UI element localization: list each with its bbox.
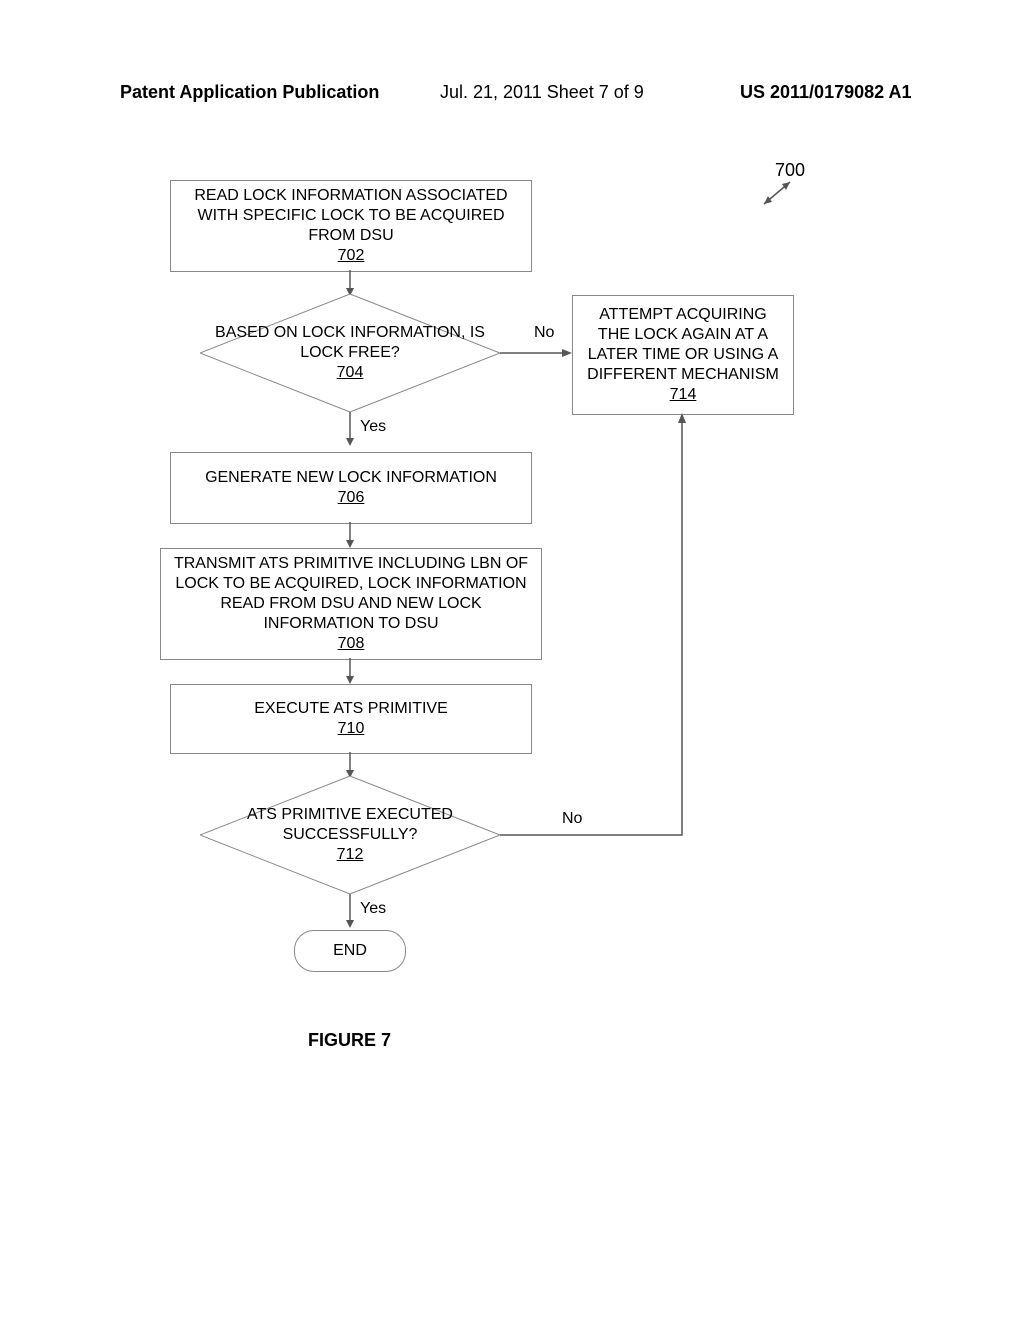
label-704-yes: Yes — [360, 418, 386, 436]
flowchart-canvas: 700 READ LOCK INFORMATION ASSOCIATED WIT… — [160, 160, 860, 1140]
arrow-702-704 — [344, 270, 356, 296]
step-706-text: GENERATE NEW LOCK INFORMATION — [205, 469, 497, 486]
arrow-706-708 — [344, 522, 356, 548]
step-706-num: 706 — [338, 489, 365, 506]
arrow-704-714 — [500, 347, 572, 359]
ref-number: 700 — [775, 160, 805, 181]
step-714-text: ATTEMPT ACQUIRING THE LOCK AGAIN AT A LA… — [587, 306, 779, 383]
header-right: US 2011/0179082 A1 — [740, 82, 911, 103]
label-704-no: No — [534, 324, 554, 342]
arrow-708-710 — [344, 658, 356, 684]
decision-712-num: 712 — [337, 846, 364, 863]
step-702: READ LOCK INFORMATION ASSOCIATED WITH SP… — [170, 180, 532, 272]
decision-704-num: 704 — [337, 364, 364, 381]
step-714-num: 714 — [670, 386, 697, 403]
label-712-no: No — [562, 810, 582, 828]
step-714: ATTEMPT ACQUIRING THE LOCK AGAIN AT A LA… — [572, 295, 794, 415]
decision-712: ATS PRIMITIVE EXECUTED SUCCESSFULLY? 712 — [200, 776, 500, 894]
decision-704-text: BASED ON LOCK INFORMATION, IS LOCK FREE? — [215, 324, 485, 361]
decision-704: BASED ON LOCK INFORMATION, IS LOCK FREE?… — [200, 294, 500, 412]
step-710-text: EXECUTE ATS PRIMITIVE — [254, 700, 448, 717]
ref-arrow-icon — [756, 180, 798, 210]
arrow-704-706 — [344, 412, 356, 446]
arrow-710-712 — [344, 752, 356, 778]
step-702-text: READ LOCK INFORMATION ASSOCIATED WITH SP… — [194, 187, 507, 244]
step-706: GENERATE NEW LOCK INFORMATION 706 — [170, 452, 532, 524]
label-712-yes: Yes — [360, 900, 386, 918]
step-708-num: 708 — [338, 635, 365, 652]
header-mid: Jul. 21, 2011 Sheet 7 of 9 — [440, 82, 644, 103]
terminator-end: END — [294, 930, 406, 972]
step-710-num: 710 — [338, 720, 365, 737]
step-710: EXECUTE ATS PRIMITIVE 710 — [170, 684, 532, 754]
step-708-text: TRANSMIT ATS PRIMITIVE INCLUDING LBN OF … — [174, 555, 528, 632]
arrow-712-end — [344, 894, 356, 928]
step-708: TRANSMIT ATS PRIMITIVE INCLUDING LBN OF … — [160, 548, 542, 660]
decision-712-text: ATS PRIMITIVE EXECUTED SUCCESSFULLY? — [247, 806, 453, 843]
figure-label: FIGURE 7 — [308, 1030, 391, 1051]
header-left: Patent Application Publication — [120, 82, 379, 103]
step-702-num: 702 — [338, 247, 365, 264]
arrow-712-714 — [500, 413, 690, 843]
